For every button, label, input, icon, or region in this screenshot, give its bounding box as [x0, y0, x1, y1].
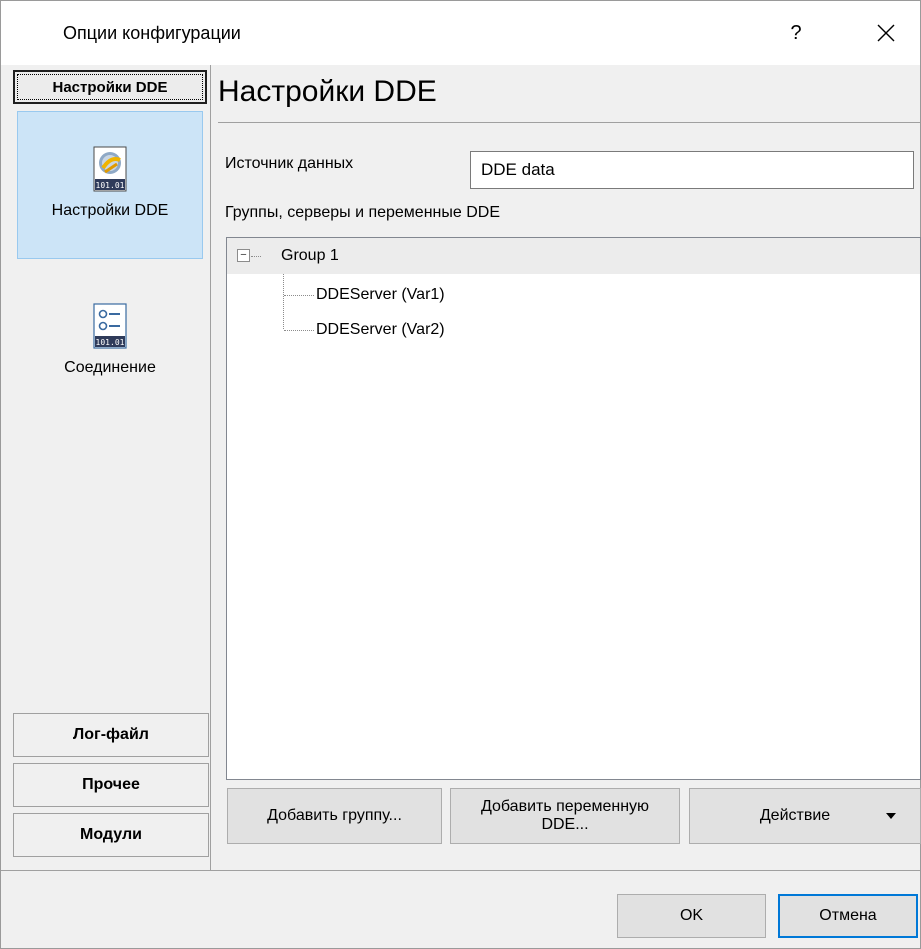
cancel-button[interactable]: Отмена — [778, 894, 918, 938]
svg-text:101.01: 101.01 — [96, 181, 125, 190]
ok-button[interactable]: OK — [617, 894, 766, 938]
help-button[interactable]: ? — [771, 1, 821, 65]
add-variable-button[interactable]: Добавить переменную DDE... — [450, 788, 680, 844]
sidebar: Настройки DDE 101.01 Настройки DDE 101.0… — [10, 65, 211, 870]
config-dialog: Опции конфигурации ? Настройки DDE 101.0… — [0, 0, 921, 949]
collapse-icon[interactable]: − — [237, 249, 250, 262]
tree-connector — [284, 330, 314, 331]
connection-icon: 101.01 — [93, 303, 127, 349]
tree-group-label: Group 1 — [281, 247, 339, 264]
sidebar-group-dde-settings[interactable]: Настройки DDE — [13, 70, 207, 104]
tree-group-row[interactable]: − Group 1 — [227, 238, 920, 274]
sidebar-group-other[interactable]: Прочее — [13, 763, 209, 807]
tree-item-label: DDEServer (Var2) — [316, 321, 445, 338]
sidebar-item-label: Настройки DDE — [51, 202, 169, 219]
add-group-button[interactable]: Добавить группу... — [227, 788, 442, 844]
sidebar-item-connection[interactable]: 101.01 Соединение — [17, 269, 203, 417]
footer-divider — [1, 870, 920, 871]
tree-label: Группы, серверы и переменные DDE — [225, 204, 500, 221]
sidebar-group-modules[interactable]: Модули — [13, 813, 209, 857]
tree-item-var1[interactable]: DDEServer (Var1) — [227, 277, 920, 313]
dropdown-arrow-icon — [886, 813, 896, 819]
tree-item-var2[interactable]: DDEServer (Var2) — [227, 312, 920, 348]
close-icon — [877, 24, 895, 42]
help-icon: ? — [790, 21, 802, 44]
sidebar-group-log-file[interactable]: Лог-файл — [13, 713, 209, 757]
title-divider — [218, 122, 920, 123]
tree-connector — [284, 295, 314, 296]
dde-tree-view[interactable]: − Group 1 DDEServer (Var1) DDEServer (Va… — [226, 237, 921, 780]
title-bar: Опции конфигурации ? — [1, 1, 920, 65]
sidebar-item-dde-settings[interactable]: 101.01 Настройки DDE — [17, 111, 203, 259]
svg-text:101.01: 101.01 — [96, 338, 125, 347]
action-dropdown-button[interactable]: Действие — [689, 788, 921, 844]
window-title: Опции конфигурации — [63, 23, 241, 43]
sidebar-item-label: Соединение — [64, 359, 156, 376]
tree-item-label: DDEServer (Var1) — [316, 286, 445, 303]
data-source-input[interactable]: DDE data — [470, 151, 914, 189]
dde-settings-icon: 101.01 — [93, 146, 127, 192]
data-source-label: Источник данных — [225, 155, 354, 172]
close-button[interactable] — [856, 1, 916, 65]
action-button-label: Действие — [759, 807, 831, 824]
tree-connector — [251, 256, 261, 257]
page-title: Настройки DDE — [218, 75, 437, 108]
